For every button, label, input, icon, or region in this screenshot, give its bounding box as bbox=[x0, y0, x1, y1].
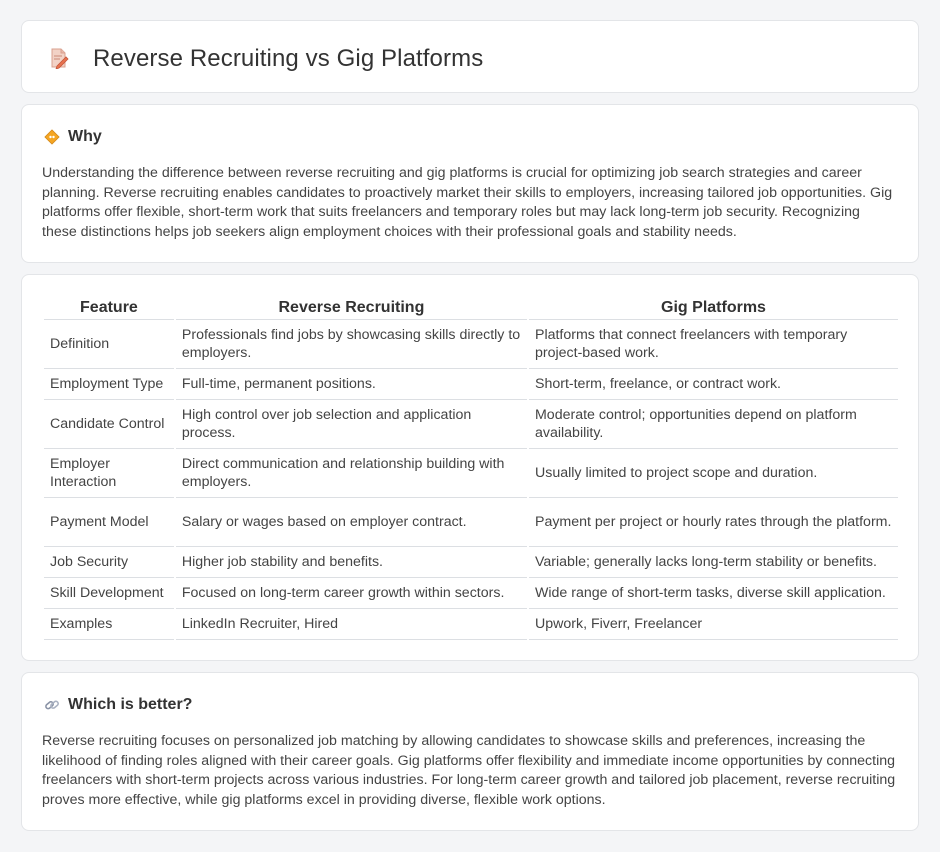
reverse-cell: Focused on long-term career growth withi… bbox=[175, 578, 527, 609]
gig-cell: Moderate control; opportunities depend o… bbox=[528, 400, 898, 449]
gig-cell: Platforms that connect freelancers with … bbox=[528, 320, 898, 369]
col-header-gig-platforms: Gig Platforms bbox=[528, 295, 898, 320]
feature-cell: Job Security bbox=[44, 547, 174, 578]
gig-cell: Usually limited to project scope and dur… bbox=[528, 449, 898, 498]
gig-cell: Upwork, Fiverr, Freelancer bbox=[528, 609, 898, 640]
table-row: Candidate Control High control over job … bbox=[44, 400, 898, 449]
reverse-cell: Full-time, permanent positions. bbox=[175, 369, 527, 400]
gig-cell: Wide range of short-term tasks, diverse … bbox=[528, 578, 898, 609]
table-header-row: Feature Reverse Recruiting Gig Platforms bbox=[44, 295, 898, 320]
header-card: Reverse Recruiting vs Gig Platforms bbox=[21, 20, 919, 93]
table-row: Job Security Higher job stability and be… bbox=[44, 547, 898, 578]
comparison-table: Feature Reverse Recruiting Gig Platforms… bbox=[42, 295, 900, 640]
table-row: Employer Interaction Direct communicatio… bbox=[44, 449, 898, 498]
gig-cell: Payment per project or hourly rates thro… bbox=[528, 498, 898, 547]
feature-cell: Definition bbox=[44, 320, 174, 369]
col-header-reverse-recruiting: Reverse Recruiting bbox=[175, 295, 527, 320]
feature-cell: Skill Development bbox=[44, 578, 174, 609]
reverse-cell: LinkedIn Recruiter, Hired bbox=[175, 609, 527, 640]
comparison-card: Feature Reverse Recruiting Gig Platforms… bbox=[21, 274, 919, 661]
document-pencil-icon bbox=[48, 47, 70, 70]
feature-cell: Payment Model bbox=[44, 498, 174, 547]
page-title: Reverse Recruiting vs Gig Platforms bbox=[93, 45, 484, 72]
why-heading-row: Why bbox=[44, 127, 102, 147]
table-row: Examples LinkedIn Recruiter, Hired Upwor… bbox=[44, 609, 898, 640]
table-row: Skill Development Focused on long-term c… bbox=[44, 578, 898, 609]
table-row: Payment Model Salary or wages based on e… bbox=[44, 498, 898, 547]
feature-cell: Employment Type bbox=[44, 369, 174, 400]
diamond-signal-icon bbox=[44, 129, 60, 145]
link-icon bbox=[44, 697, 60, 713]
reverse-cell: Salary or wages based on employer contra… bbox=[175, 498, 527, 547]
why-body: Understanding the difference between rev… bbox=[42, 165, 893, 240]
feature-cell: Employer Interaction bbox=[44, 449, 174, 498]
feature-cell: Candidate Control bbox=[44, 400, 174, 449]
col-header-feature: Feature bbox=[44, 295, 174, 320]
table-row: Definition Professionals find jobs by sh… bbox=[44, 320, 898, 369]
reverse-cell: High control over job selection and appl… bbox=[175, 400, 527, 449]
why-heading: Why bbox=[68, 128, 102, 145]
reverse-cell: Higher job stability and benefits. bbox=[175, 547, 527, 578]
reverse-cell: Professionals find jobs by showcasing sk… bbox=[175, 320, 527, 369]
gig-cell: Short-term, freelance, or contract work. bbox=[528, 369, 898, 400]
better-heading-row: Which is better? bbox=[44, 695, 192, 715]
feature-cell: Examples bbox=[44, 609, 174, 640]
gig-cell: Variable; generally lacks long-term stab… bbox=[528, 547, 898, 578]
which-is-better-section: Which is better? Reverse recruiting focu… bbox=[21, 672, 919, 831]
better-body: Reverse recruiting focuses on personaliz… bbox=[42, 733, 896, 808]
reverse-cell: Direct communication and relationship bu… bbox=[175, 449, 527, 498]
better-heading: Which is better? bbox=[68, 696, 193, 713]
table-row: Employment Type Full-time, permanent pos… bbox=[44, 369, 898, 400]
why-section: Why Understanding the difference between… bbox=[21, 104, 919, 263]
